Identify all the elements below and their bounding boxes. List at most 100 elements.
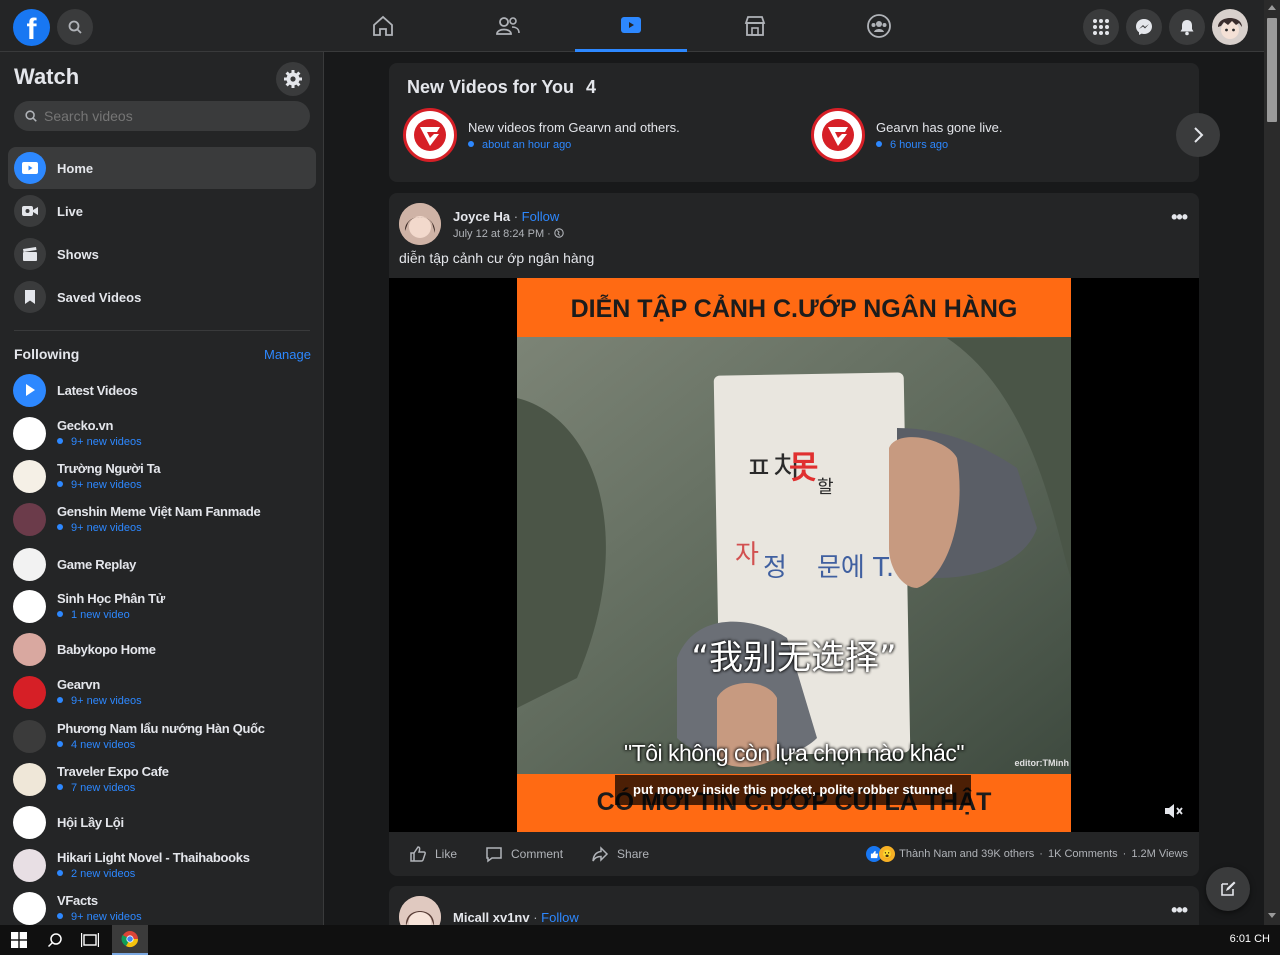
profile-avatar[interactable] (1212, 9, 1248, 45)
post-header: Micall xv1nv · Follow (399, 896, 579, 925)
comment-count[interactable]: 1K Comments (1048, 848, 1118, 860)
search-videos-box[interactable] (14, 101, 310, 131)
following-item[interactable]: Hikari Light Novel - Thaihabooks 2 new vi… (13, 845, 313, 885)
scroll-down-icon[interactable] (1268, 913, 1276, 919)
tab-groups[interactable] (823, 0, 935, 52)
following-item-new-count: 9+ new videos (57, 695, 142, 707)
following-item[interactable]: Sinh Học Phân Tử 1 new video (13, 586, 313, 626)
following-item-new-count: 9+ new videos (57, 911, 142, 923)
post-author[interactable]: Joyce Ha (453, 209, 510, 224)
reaction-summary[interactable]: 😮 Thành Nam and 39K others · 1K Comments… (866, 846, 1188, 862)
page-avatar (13, 589, 46, 623)
latest-videos-icon (13, 373, 46, 407)
marketplace-icon (744, 16, 766, 36)
sidebar-item-shows[interactable]: Shows (8, 233, 316, 275)
author-avatar[interactable] (399, 203, 441, 245)
manage-link[interactable]: Manage (264, 347, 311, 362)
page-avatar (13, 502, 46, 536)
bookmark-icon (14, 281, 46, 313)
start-button[interactable] (8, 929, 30, 951)
comment-label: Comment (511, 847, 564, 861)
svg-text:못: 못 (789, 448, 818, 486)
following-item[interactable]: Trường Người Ta 9+ new videos (13, 456, 313, 496)
tab-marketplace[interactable] (699, 0, 811, 52)
menu-grid-icon (1093, 19, 1109, 35)
notification-text: New videos from Gearvn and others. (468, 119, 680, 135)
muted-speaker-icon (1165, 804, 1183, 818)
following-item[interactable]: Babykopo Home (13, 629, 313, 669)
page-scrollbar[interactable] (1264, 0, 1280, 925)
tab-watch[interactable] (575, 0, 687, 52)
share-button[interactable]: Share (591, 845, 649, 863)
sidebar-item-live[interactable]: Live (8, 190, 316, 232)
notifications-button[interactable] (1169, 9, 1205, 45)
following-item[interactable]: Genshin Meme Việt Nam Fanmade 9+ new vide… (13, 499, 313, 539)
scrollbar-thumb[interactable] (1267, 18, 1277, 122)
sidebar-item-label: Home (57, 160, 94, 176)
comment-button[interactable]: Comment (485, 845, 563, 863)
video-subtitle: "Tôi không còn lựa chọn nào khác" (624, 740, 965, 766)
following-item-name: Game Replay (57, 556, 137, 572)
following-item[interactable]: Latest Videos (13, 370, 313, 410)
sidebar-item-home[interactable]: Home (8, 147, 316, 189)
post-options-button[interactable]: ••• (1171, 207, 1188, 228)
tab-friends[interactable] (452, 0, 564, 52)
video-caption: put money inside this pocket, polite rob… (615, 775, 971, 805)
new-video-notification[interactable]: Gearvn has gone live. 6 hours ago (811, 107, 1002, 163)
post-options-button[interactable]: ••• (1171, 900, 1188, 921)
play-icon (14, 152, 46, 184)
mute-button[interactable] (1163, 802, 1185, 825)
windows-taskbar: 6:01 CH (0, 925, 1280, 955)
scroll-up-icon[interactable] (1268, 4, 1276, 10)
compose-icon (1221, 881, 1236, 896)
share-label: Share (617, 847, 650, 861)
tab-home[interactable] (327, 0, 439, 52)
search-videos-input[interactable] (44, 108, 284, 124)
page-avatar (13, 459, 46, 493)
chevron-right-icon (1194, 127, 1204, 143)
following-item[interactable]: Game Replay (13, 544, 313, 584)
video-player[interactable]: ㅍ치 못 할 자 정 문에 T.T DIỄN TẬP CẢNH C.ƯỚP NG… (389, 278, 1199, 832)
follow-button[interactable]: Follow (522, 209, 560, 224)
globe-icon (554, 227, 564, 238)
following-item-new-count: 2 new videos (57, 868, 250, 880)
post-date[interactable]: July 12 at 8:24 PM · (453, 228, 554, 240)
messenger-icon (1136, 19, 1152, 35)
post-author[interactable]: Micall xv1nv (453, 910, 530, 925)
search-button[interactable] (57, 9, 93, 45)
messenger-button[interactable] (1126, 9, 1162, 45)
notification-time: about an hour ago (468, 139, 680, 151)
following-item[interactable]: Hội Lầy Lội (13, 802, 313, 842)
watch-settings-button[interactable] (276, 62, 310, 96)
video-chinese-text: “我别无选择” (691, 638, 897, 678)
following-item-name: Hội Lầy Lội (57, 814, 124, 830)
next-button[interactable] (1176, 113, 1220, 157)
taskbar-clock[interactable]: 6:01 CH (1230, 933, 1270, 945)
follow-button[interactable]: Follow (541, 910, 579, 925)
facebook-logo[interactable]: f (13, 9, 50, 46)
sidebar-item-label: Live (57, 203, 84, 219)
like-button[interactable]: Like (409, 845, 457, 863)
following-item[interactable]: Traveler Expo Cafe 7 new videos (13, 759, 313, 799)
following-item[interactable]: VFacts 9+ new videos (13, 888, 313, 925)
post-caption: diễn tập cảnh cư ớp ngân hàng (399, 250, 595, 266)
taskbar-search-button[interactable] (44, 929, 66, 951)
chrome-taskbar-button[interactable] (112, 925, 148, 955)
groups-icon (867, 14, 891, 38)
following-item[interactable]: Phương Nam lẩu nướng Hàn Quốc 4 new video… (13, 716, 313, 756)
watch-sidebar: Watch Home Live Shows Saved Videos Follo… (0, 52, 324, 925)
new-video-notification[interactable]: New videos from Gearvn and others. about… (403, 107, 680, 163)
following-item[interactable]: Gearvn 9+ new videos (13, 672, 313, 712)
following-item-name: VFacts (57, 893, 98, 908)
new-message-button[interactable] (1206, 867, 1250, 911)
author-avatar[interactable] (399, 896, 441, 925)
task-view-button[interactable] (79, 929, 101, 951)
search-icon (47, 933, 62, 948)
bell-icon (1180, 20, 1194, 36)
menu-button[interactable] (1083, 9, 1119, 45)
sidebar-item-saved-videos[interactable]: Saved Videos (8, 276, 316, 318)
notification-text: Gearvn has gone live. (876, 119, 1003, 135)
search-icon (68, 20, 82, 34)
post-author-line: Joyce Ha · Follow (453, 208, 560, 224)
following-item[interactable]: Gecko.vn 9+ new videos (13, 413, 313, 453)
